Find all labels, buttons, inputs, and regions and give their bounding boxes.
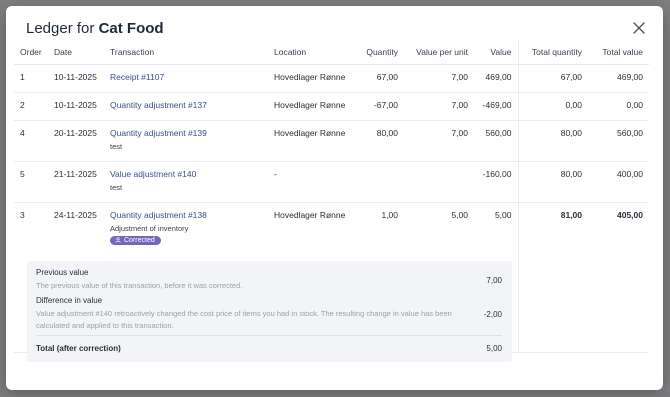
cell-transaction: Quantity adjustment #137 bbox=[104, 92, 268, 121]
header-total-quantity[interactable]: Total quantity bbox=[518, 40, 588, 65]
cell-value-per-unit: 7,00 bbox=[404, 120, 474, 162]
cell-quantity: -67,00 bbox=[358, 92, 404, 121]
cell-order: 2 bbox=[14, 92, 48, 121]
table-row: 4 20-11-2025 Quantity adjustment #139 te… bbox=[14, 120, 649, 162]
table-row: 5 21-11-2025 Value adjustment #140 test … bbox=[14, 161, 649, 203]
modal-title-prefix: Ledger for bbox=[26, 20, 95, 37]
user-icon bbox=[115, 237, 121, 243]
cell-total-quantity: 80,00 bbox=[518, 161, 588, 203]
previous-value-title: Previous value bbox=[36, 268, 89, 277]
difference-amount: -2,00 bbox=[483, 310, 502, 319]
cell-location: - bbox=[268, 161, 358, 203]
cell-total-value: 469,00 bbox=[588, 64, 649, 93]
correction-total: Total (after correction) 5,00 bbox=[36, 344, 502, 353]
cell-value-per-unit bbox=[404, 161, 474, 203]
correction-panel: Previous value The previous value of thi… bbox=[27, 261, 512, 362]
cell-total-value: 400,00 bbox=[588, 161, 649, 203]
cell-value: 560,00 bbox=[474, 120, 519, 162]
cell-transaction: Receipt #1107 bbox=[104, 64, 268, 93]
close-button[interactable] bbox=[629, 18, 649, 38]
cell-location: Hovedlager Rønne bbox=[268, 92, 358, 121]
cell-location: Hovedlager Rønne bbox=[268, 120, 358, 162]
correction-divider bbox=[36, 335, 502, 336]
previous-value-amount: 7,00 bbox=[486, 276, 502, 285]
header-value-per-unit[interactable]: Value per unit bbox=[404, 40, 474, 65]
cell-order: 1 bbox=[14, 64, 48, 93]
transaction-link[interactable]: Quantity adjustment #138 bbox=[110, 210, 262, 220]
header-date[interactable]: Date bbox=[48, 40, 104, 65]
total-label: Total (after correction) bbox=[36, 344, 121, 353]
modal-title: Ledger for Cat Food bbox=[26, 20, 164, 42]
cell-total-quantity: 67,00 bbox=[518, 64, 588, 93]
cell-date: 21-11-2025 bbox=[48, 161, 104, 203]
table-row: 1 10-11-2025 Receipt #1107 Hovedlager Rø… bbox=[14, 64, 649, 93]
cell-value: 469,00 bbox=[474, 64, 519, 93]
transaction-note: test bbox=[110, 141, 123, 151]
header-quantity[interactable]: Quantity bbox=[358, 40, 404, 65]
difference-title: Difference in value bbox=[36, 296, 103, 305]
cell-total-quantity: 80,00 bbox=[518, 120, 588, 162]
cell-value-per-unit: 7,00 bbox=[404, 64, 474, 93]
difference-section: Difference in value Value adjustment #14… bbox=[36, 296, 502, 332]
difference-desc: Value adjustment #140 retroactively chan… bbox=[36, 309, 452, 330]
cell-value: -160,00 bbox=[474, 161, 519, 203]
previous-value-desc: The previous value of this transaction, … bbox=[36, 281, 243, 290]
corrected-badge-label: Corrected bbox=[124, 236, 155, 244]
previous-value-section: Previous value The previous value of thi… bbox=[36, 268, 502, 292]
corrected-badge[interactable]: Corrected bbox=[110, 235, 161, 245]
cell-quantity: 80,00 bbox=[358, 120, 404, 162]
cell-total-value: 405,00 bbox=[588, 202, 649, 353]
header-total-value[interactable]: Total value bbox=[588, 40, 649, 65]
header-value[interactable]: Value bbox=[474, 40, 519, 65]
cell-value-per-unit: 7,00 bbox=[404, 92, 474, 121]
cell-transaction: Quantity adjustment #139 test bbox=[104, 120, 268, 162]
close-icon bbox=[633, 22, 645, 34]
header-transaction[interactable]: Transaction bbox=[104, 40, 268, 65]
cell-total-value: 0,00 bbox=[588, 92, 649, 121]
total-amount: 5,00 bbox=[486, 344, 502, 353]
header-location[interactable]: Location bbox=[268, 40, 358, 65]
transaction-link[interactable]: Value adjustment #140 bbox=[110, 169, 262, 179]
table-header-row: Order Date Transaction Location Quantity… bbox=[14, 40, 649, 65]
transaction-note: test bbox=[110, 182, 123, 192]
cell-date: 10-11-2025 bbox=[48, 64, 104, 93]
transaction-link[interactable]: Quantity adjustment #139 bbox=[110, 128, 262, 138]
table-row: 2 10-11-2025 Quantity adjustment #137 Ho… bbox=[14, 92, 649, 121]
cell-location: Hovedlager Rønne bbox=[268, 64, 358, 93]
transaction-link[interactable]: Receipt #1107 bbox=[110, 72, 164, 82]
transaction-link[interactable]: Quantity adjustment #137 bbox=[110, 100, 207, 110]
cell-quantity: 67,00 bbox=[358, 64, 404, 93]
cell-value: -469,00 bbox=[474, 92, 519, 121]
cell-quantity bbox=[358, 161, 404, 203]
cell-date: 10-11-2025 bbox=[48, 92, 104, 121]
cell-date: 20-11-2025 bbox=[48, 120, 104, 162]
header-order[interactable]: Order bbox=[14, 40, 48, 65]
transaction-note: Adjustment of inventory bbox=[110, 223, 189, 233]
modal-title-item: Cat Food bbox=[98, 20, 164, 37]
cell-order: 4 bbox=[14, 120, 48, 162]
cell-total-value: 560,00 bbox=[588, 120, 649, 162]
cell-order: 5 bbox=[14, 161, 48, 203]
cell-total-quantity: 81,00 bbox=[518, 202, 588, 353]
cell-transaction: Value adjustment #140 test bbox=[104, 161, 268, 203]
cell-total-quantity: 0,00 bbox=[518, 92, 588, 121]
